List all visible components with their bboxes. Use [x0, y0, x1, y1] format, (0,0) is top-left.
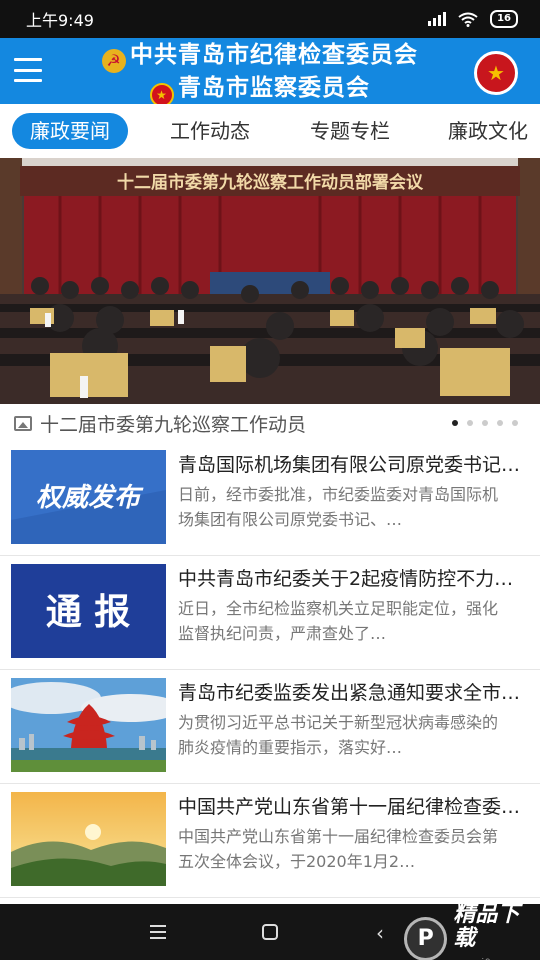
news-title: 青岛国际机场集团有限公司原党委书记、董事长…	[178, 454, 528, 476]
tab-special-topics[interactable]: 专题专栏	[310, 113, 390, 149]
discipline-inspection-logo-icon[interactable]: ★	[474, 51, 518, 95]
status-bar: 上午9:49 16	[0, 0, 540, 38]
news-summary: 为贯彻习近平总书记关于新型冠状病毒感染的肺炎疫情的重要指示，落实好…	[178, 713, 499, 757]
news-title: 青岛市纪委监委发出紧急通知要求全市纪检监察机关	[178, 682, 528, 704]
watermark-url: www.j9p.com	[453, 958, 525, 968]
carousel-dot[interactable]	[512, 420, 518, 426]
news-thumbnail-may-wind-sculpture-photo	[11, 678, 166, 772]
watermark-text: 精品下载	[453, 902, 520, 951]
news-item[interactable]: 中国共产党山东省第十一届纪律检查委员会第五次全体会议 中国共产党山东省第十一届纪…	[0, 784, 540, 898]
news-thumbnail-authoritative-release: 权威发布	[11, 450, 166, 544]
banner-photo: 十二届市委第九轮巡察工作动员部署会议	[0, 158, 540, 404]
status-icons: 16	[428, 10, 518, 28]
app-title: ☭ 中共青岛市纪律检查委员会 ★ 青岛市监察委员会	[70, 40, 450, 107]
news-thumbnail-text: 权威发布	[36, 483, 144, 513]
news-item[interactable]: 通 报 中共青岛市纪委关于2起疫情防控不力问题的通报 近日，全市纪检监察机关立足…	[0, 556, 540, 670]
news-thumbnail-text: 通 报	[46, 592, 131, 633]
title-line-1: 中共青岛市纪律检查委员会	[130, 42, 418, 68]
status-time: 上午9:49	[26, 11, 94, 30]
news-thumbnail-sunrise-landscape-photo	[11, 792, 166, 886]
news-title: 中国共产党山东省第十一届纪律检查委员会第五次全体会议	[178, 796, 528, 818]
wifi-icon	[458, 12, 478, 27]
home-icon[interactable]	[262, 924, 278, 940]
tab-integrity-culture[interactable]: 廉政文化	[448, 113, 528, 149]
back-icon[interactable]: ‹	[376, 921, 384, 945]
app-header: ☭ 中共青岛市纪律检查委员会 ★ 青岛市监察委员会 ★	[0, 38, 540, 107]
recents-icon[interactable]	[150, 925, 166, 939]
title-line-2: 青岛市监察委员会	[178, 75, 370, 101]
news-summary: 中国共产党山东省第十一届纪律检查委员会第五次全体会议，于2020年1月2…	[178, 827, 499, 871]
news-summary: 近日，全市纪检监察机关立足职能定位，强化监督执纪问责，严肃查处了…	[178, 599, 499, 643]
signal-icon	[428, 12, 447, 26]
image-icon	[14, 415, 32, 431]
party-emblem-icon: ☭	[102, 49, 126, 73]
banner-caption: 十二届市委第九轮巡察工作动员	[40, 413, 307, 436]
tab-work-updates[interactable]: 工作动态	[170, 113, 250, 149]
news-title: 中共青岛市纪委关于2起疫情防控不力问题的通报	[178, 568, 528, 590]
news-summary: 日前，经市委批准，市纪委监委对青岛国际机场集团有限公司原党委书记、…	[178, 485, 499, 529]
banner-stage-text: 十二届市委第九轮巡察工作动员部署会议	[117, 172, 424, 193]
category-tabs: 廉政要闻 工作动态 专题专栏 廉政文化	[0, 104, 540, 158]
banner-caption-bar: 十二届市委第九轮巡察工作动员	[0, 404, 540, 442]
news-item[interactable]: 青岛市纪委监委发出紧急通知要求全市纪检监察机关 为贯彻习近平总书记关于新型冠状病…	[0, 670, 540, 784]
carousel-dot[interactable]	[482, 420, 488, 426]
menu-icon[interactable]	[14, 58, 42, 82]
carousel-dot-active[interactable]	[452, 420, 458, 426]
news-thumbnail-notice: 通 报	[11, 564, 166, 658]
divider	[0, 897, 540, 898]
carousel-indicator	[452, 420, 518, 426]
carousel-dot[interactable]	[467, 420, 473, 426]
carousel-dot[interactable]	[497, 420, 503, 426]
watermark: P 精品下载 www.j9p.com	[404, 903, 540, 975]
watermark-logo-icon: P	[404, 917, 448, 961]
battery-icon: 16	[490, 10, 518, 28]
banner-carousel[interactable]: 十二届市委第九轮巡察工作动员部署会议	[0, 158, 540, 404]
tab-anti-corruption-news[interactable]: 廉政要闻	[12, 113, 128, 149]
news-item[interactable]: 权威发布 青岛国际机场集团有限公司原党委书记、董事长… 日前，经市委批准，市纪委…	[0, 442, 540, 556]
